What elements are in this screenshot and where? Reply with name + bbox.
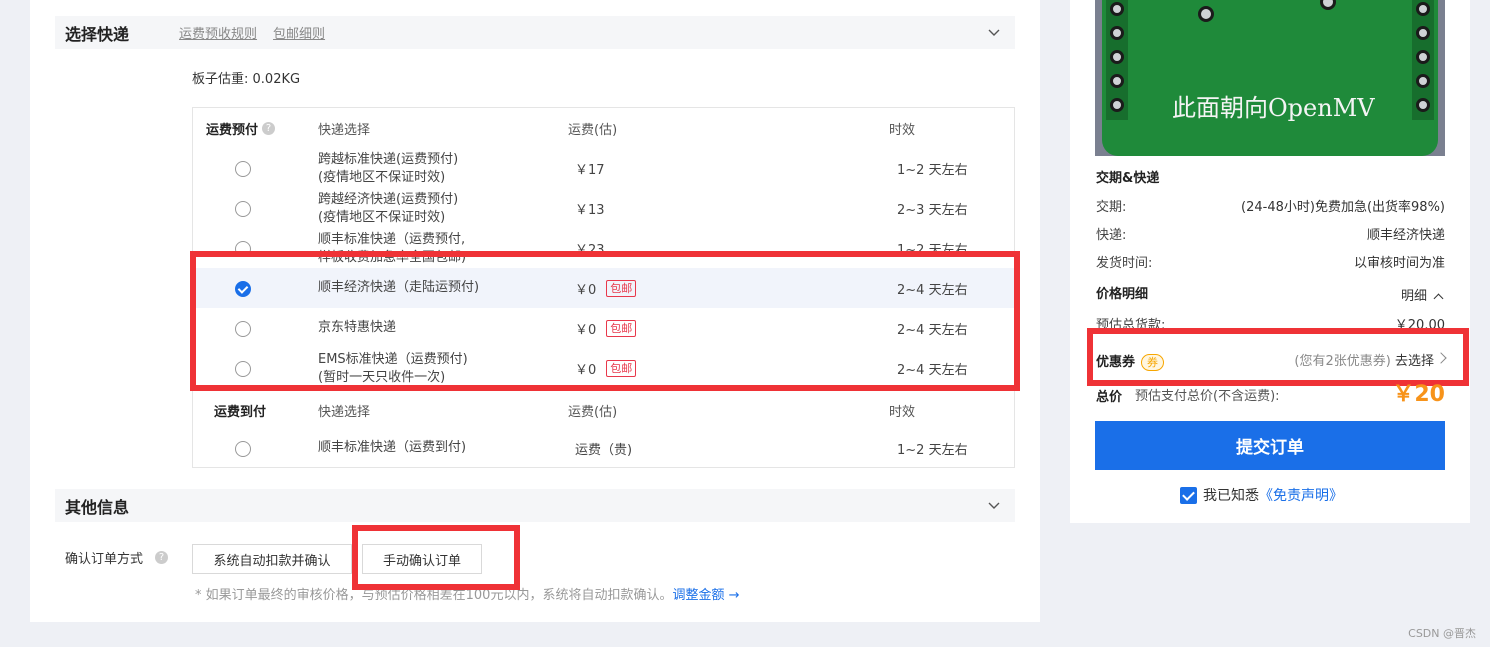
prepaid-header: 运费预付? 快递选择 运费(估) 时效 bbox=[193, 108, 1014, 146]
courier-name: 跨越标准快递(运费预付) (疫情地区不保证时效) bbox=[318, 152, 459, 185]
courier-fee: ￥17 bbox=[575, 163, 605, 178]
price-detail-toggle[interactable]: 明细 bbox=[1401, 285, 1444, 304]
board-weight-label: 板子估重: bbox=[192, 72, 249, 87]
courier-time: 1~2 天左右 bbox=[897, 163, 968, 178]
agree-row[interactable]: 我已知悉 《免责声明》 bbox=[1180, 485, 1343, 505]
courier-row[interactable]: 顺丰标准快递（运费到付) 运费（贵) 1~2 天左右 bbox=[193, 428, 1014, 468]
ship-time-label: 发货时间: bbox=[1096, 256, 1153, 271]
help-icon[interactable]: ? bbox=[262, 122, 276, 135]
courier-row[interactable]: 跨越标准快递(运费预付) (疫情地区不保证时效) ￥17 1~2 天左右 bbox=[193, 148, 1014, 188]
prepay-rules-link[interactable]: 运费预收规则 bbox=[179, 23, 257, 42]
courier-name: 顺丰标准快递（运费到付) bbox=[318, 440, 467, 455]
courier-fee: 运费（贵) bbox=[575, 443, 633, 458]
total-sub-label: 预估支付总价(不含运费): bbox=[1135, 389, 1280, 404]
pcb-preview-image: 此面朝向OpenMV bbox=[1095, 0, 1445, 156]
chevron-down-icon[interactable] bbox=[987, 498, 1001, 512]
highlight-box bbox=[190, 251, 1020, 391]
col-fee: 运费(估) bbox=[568, 123, 618, 138]
free-shipping-rules-link[interactable]: 包邮细则 bbox=[273, 23, 325, 42]
courier-radio[interactable] bbox=[235, 201, 251, 217]
pcb-silkscreen-text: 此面朝向OpenMV bbox=[1172, 94, 1375, 122]
courier-row[interactable]: 跨越经济快递(运费预付) (疫情地区不保证时效) ￥13 2~3 天左右 bbox=[193, 188, 1014, 228]
chevron-up-icon bbox=[1433, 293, 1444, 304]
ship-time-value: 以审核时间为准 bbox=[1353, 256, 1445, 271]
disclaimer-link[interactable]: 《免责声明》 bbox=[1259, 485, 1343, 505]
adjust-amount-link[interactable]: 调整金额 → bbox=[672, 588, 739, 603]
highlight-box bbox=[352, 525, 520, 590]
courier-radio[interactable] bbox=[235, 161, 251, 177]
shipping-section-header[interactable]: 选择快递 运费预收规则 包邮细则 bbox=[55, 16, 1015, 49]
board-weight: 板子估重: 0.02KG bbox=[192, 68, 300, 87]
shipping-section-title: 选择快递 bbox=[65, 24, 130, 44]
cod-type-label: 运费到付 bbox=[214, 405, 267, 420]
courier-fee: ￥13 bbox=[575, 203, 605, 218]
price-detail-title: 价格明细 bbox=[1096, 287, 1149, 302]
courier-value: 顺丰经济快递 bbox=[1366, 228, 1445, 243]
col-fee: 运费(估) bbox=[568, 405, 618, 420]
chevron-down-icon[interactable] bbox=[987, 25, 1001, 39]
col-time: 时效 bbox=[889, 405, 916, 420]
lead-time-label: 交期: bbox=[1096, 200, 1127, 215]
help-icon[interactable]: ? bbox=[155, 551, 169, 564]
total-amount: ￥20 bbox=[1392, 382, 1445, 407]
other-section-header[interactable]: 其他信息 bbox=[55, 489, 1015, 522]
watermark: CSDN @晋杰 bbox=[1408, 627, 1476, 640]
courier-time: 2~3 天左右 bbox=[897, 203, 968, 218]
cod-header: 运费到付 快递选择 运费(估) 时效 bbox=[193, 390, 1014, 428]
confirm-method-label: 确认订单方式? bbox=[65, 548, 169, 567]
col-time: 时效 bbox=[889, 123, 916, 138]
agree-text: 我已知悉 bbox=[1203, 488, 1259, 504]
lead-time-value: (24-48小时)免费加急(出货率98%) bbox=[1241, 200, 1445, 215]
auto-confirm-button[interactable]: 系统自动扣款并确认 bbox=[192, 544, 352, 574]
courier-time: 1~2 天左右 bbox=[897, 443, 968, 458]
col-courier: 快递选择 bbox=[318, 405, 371, 420]
courier-label: 快递: bbox=[1096, 228, 1127, 243]
courier-radio[interactable] bbox=[235, 441, 251, 457]
board-weight-value: 0.02KG bbox=[252, 72, 301, 87]
total-label: 总价 bbox=[1096, 390, 1123, 405]
other-section-title: 其他信息 bbox=[65, 497, 130, 517]
agree-checkbox[interactable] bbox=[1180, 486, 1197, 504]
delivery-title: 交期&快递 bbox=[1096, 171, 1160, 186]
prepaid-type-label: 运费预付? bbox=[206, 119, 276, 138]
submit-order-button[interactable]: 提交订单 bbox=[1095, 421, 1445, 470]
courier-name: 跨越经济快递(运费预付) (疫情地区不保证时效) bbox=[318, 192, 459, 225]
col-courier: 快递选择 bbox=[318, 123, 371, 138]
